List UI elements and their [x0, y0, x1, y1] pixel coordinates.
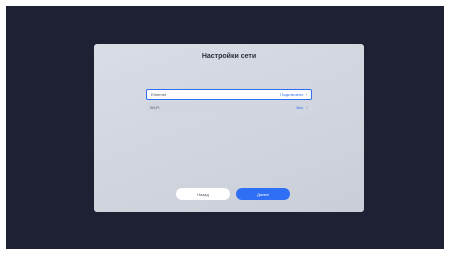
next-button[interactable]: Далее — [236, 188, 290, 200]
wifi-row[interactable]: Wi-Fi Вкл. › — [146, 102, 312, 113]
ethernet-label: Ethernet — [151, 92, 167, 97]
chevron-right-icon: › — [305, 91, 307, 98]
ethernet-status: Подключено — [280, 92, 304, 97]
chevron-right-icon: › — [306, 104, 308, 111]
wifi-label: Wi-Fi — [150, 105, 160, 110]
network-settings-dialog: Настройки сети Ethernet Подключено › Wi-… — [94, 44, 364, 212]
ethernet-row[interactable]: Ethernet Подключено › — [146, 89, 312, 100]
dialog-title: Настройки сети — [201, 53, 257, 60]
wifi-status-group: Вкл. › — [296, 105, 308, 111]
wifi-status: Вкл. — [296, 105, 305, 110]
tv-screen: Настройки сети Ethernet Подключено › Wi-… — [6, 6, 444, 249]
back-button[interactable]: Назад — [176, 188, 230, 200]
ethernet-status-group: Подключено › — [280, 92, 307, 98]
